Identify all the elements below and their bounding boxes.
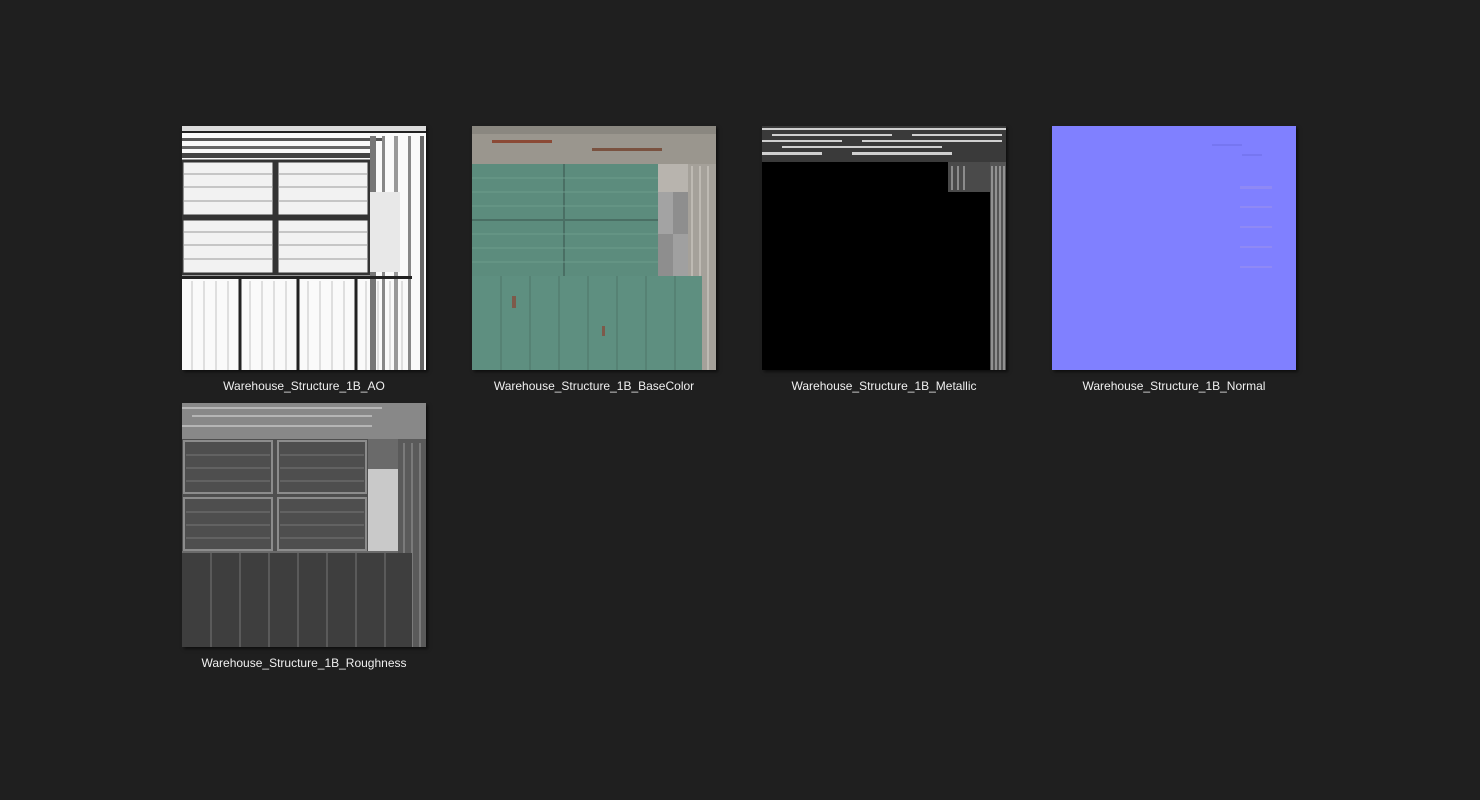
file-name-label: Warehouse_Structure_1B_Normal: [1082, 379, 1266, 393]
file-name-label: Warehouse_Structure_1B_Roughness: [201, 656, 407, 670]
normal-texture-thumbnail[interactable]: [1052, 126, 1296, 370]
file-item-ao[interactable]: Warehouse_Structure_1B_AO: [159, 126, 449, 396]
file-name-label: Warehouse_Structure_1B_BaseColor: [493, 379, 695, 393]
file-item-basecolor[interactable]: Warehouse_Structure_1B_BaseColor: [449, 126, 739, 396]
roughness-texture-thumbnail[interactable]: [182, 403, 426, 647]
file-name-label: Warehouse_Structure_1B_Metallic: [791, 379, 977, 393]
metallic-texture-thumbnail[interactable]: [762, 126, 1006, 370]
file-item-roughness[interactable]: Warehouse_Structure_1B_Roughness: [159, 403, 449, 673]
basecolor-texture-thumbnail[interactable]: [472, 126, 716, 370]
file-item-metallic[interactable]: Warehouse_Structure_1B_Metallic: [739, 126, 1029, 396]
ao-texture-thumbnail[interactable]: [182, 126, 426, 370]
file-name-label: Warehouse_Structure_1B_AO: [223, 379, 385, 393]
file-item-normal[interactable]: Warehouse_Structure_1B_Normal: [1029, 126, 1319, 396]
